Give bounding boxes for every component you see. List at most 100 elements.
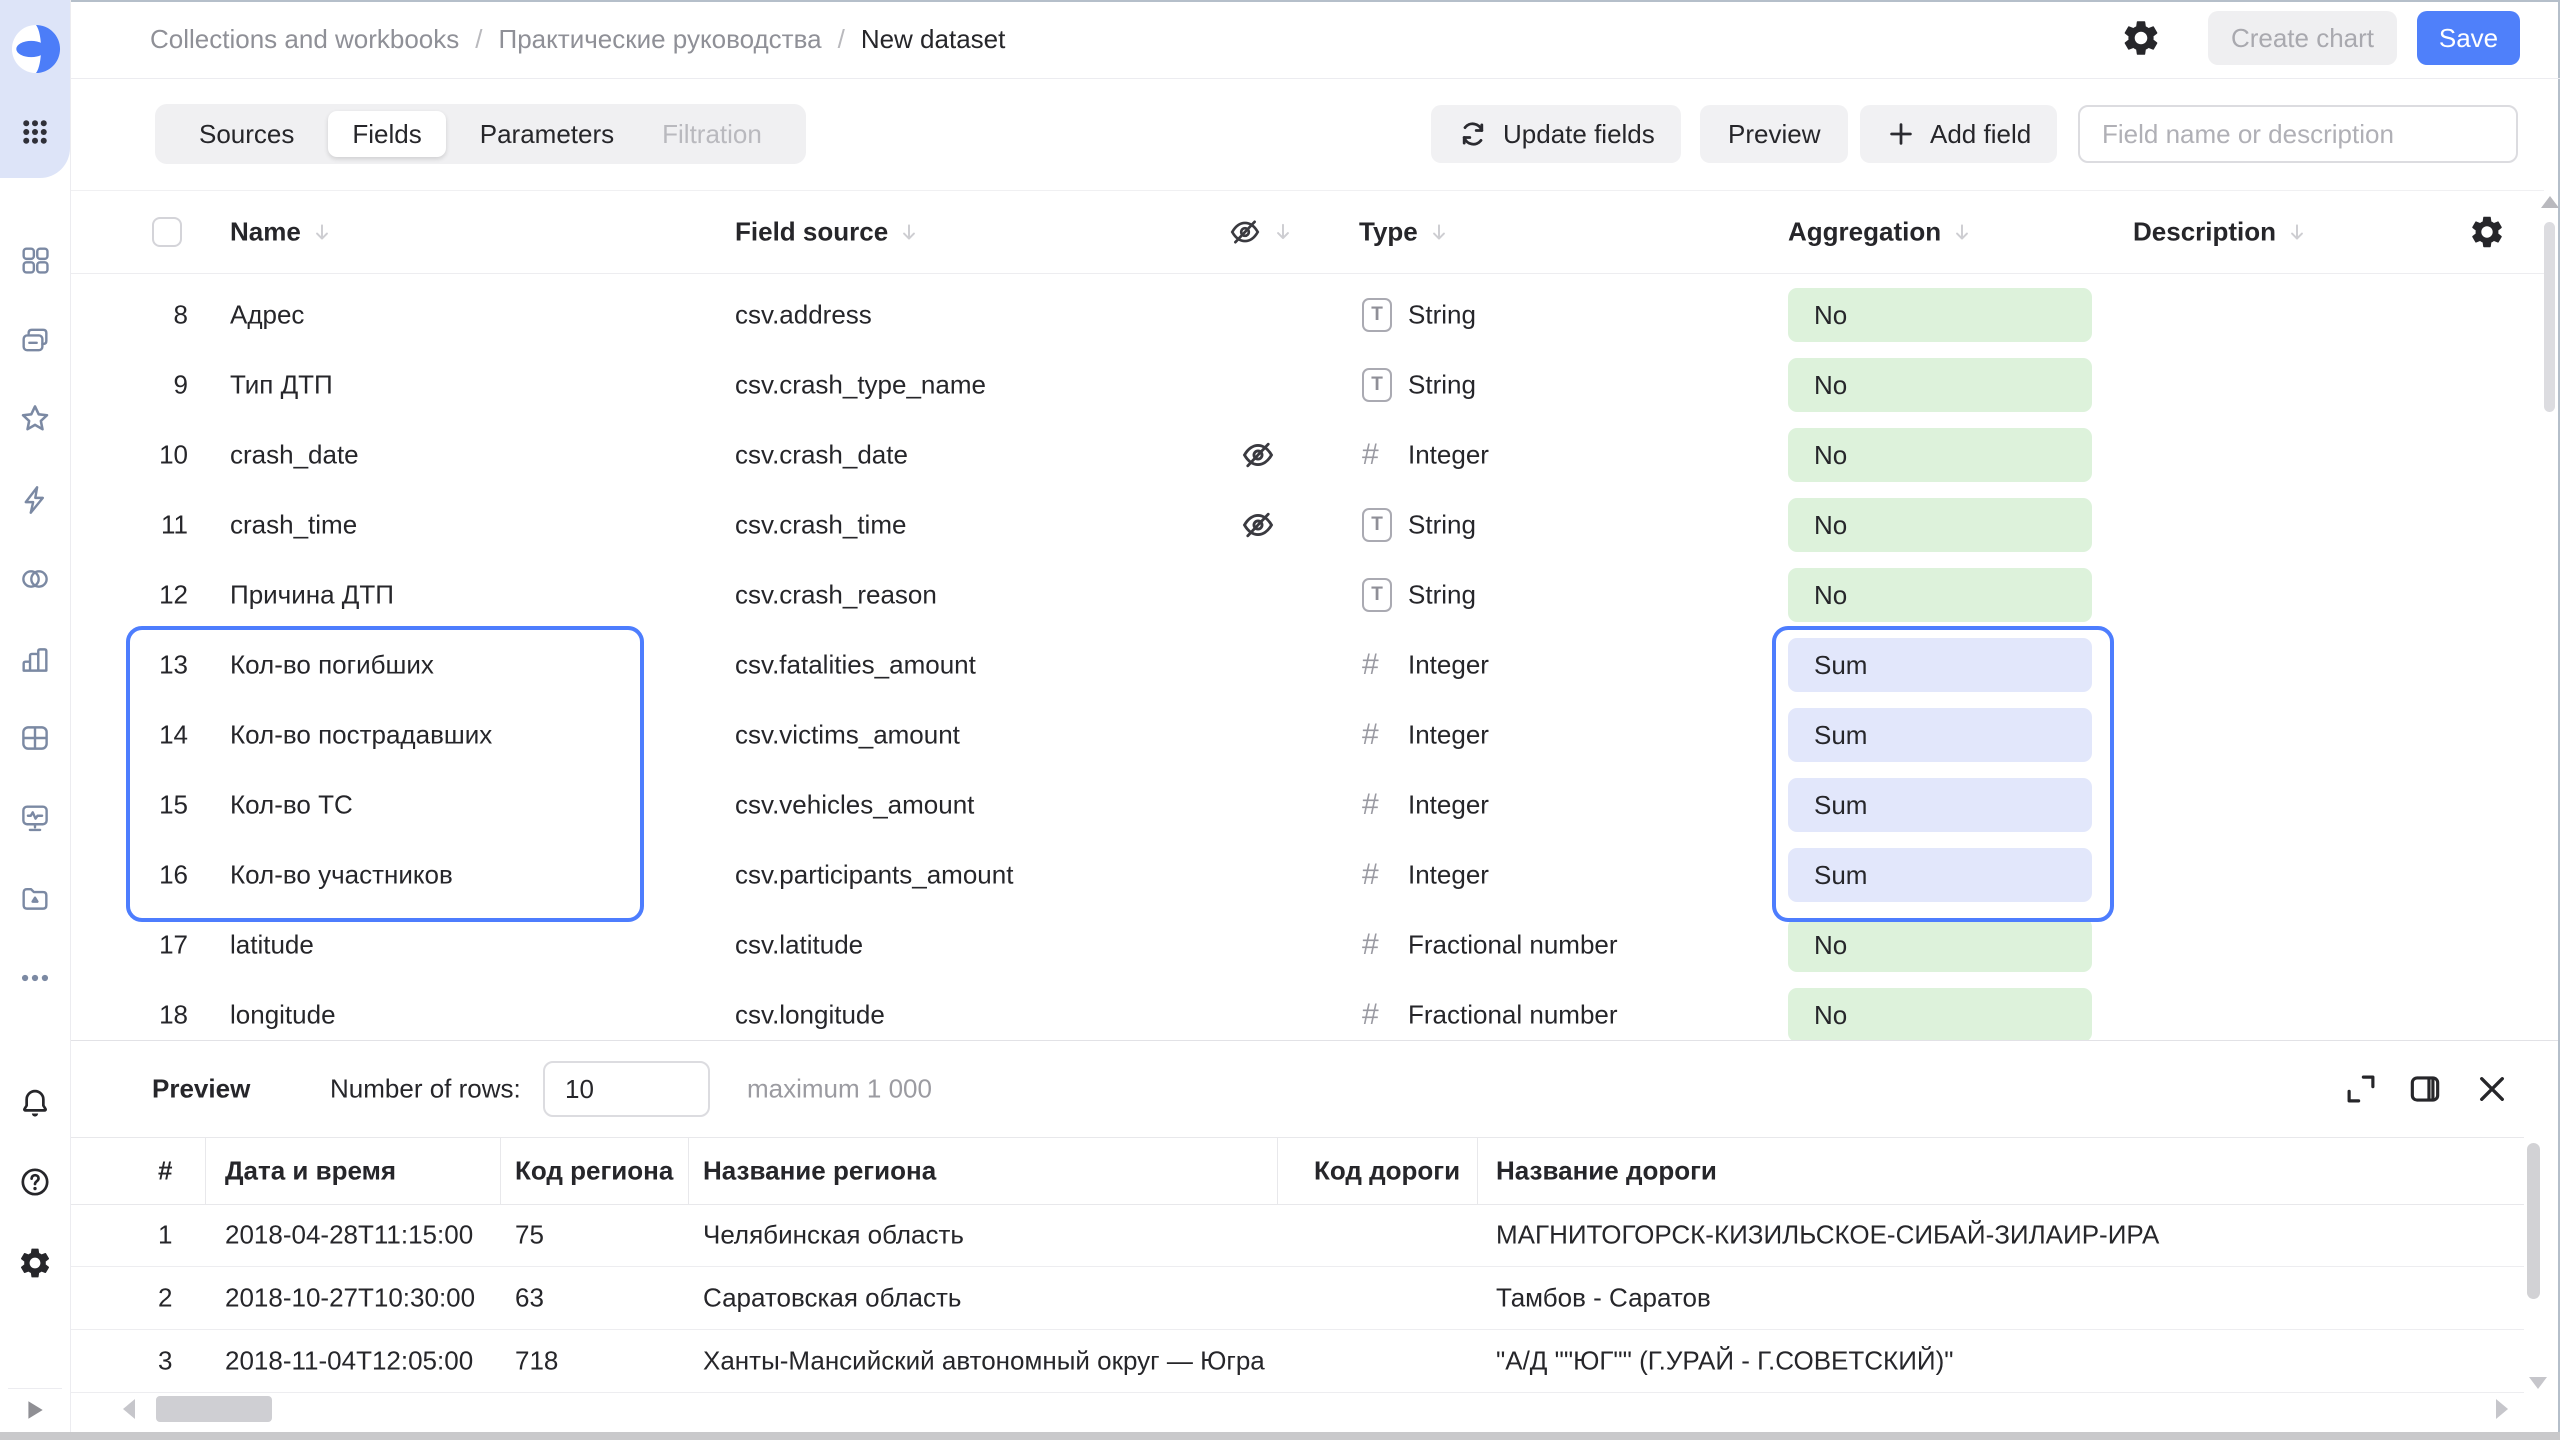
field-name: crash_date xyxy=(230,440,359,471)
field-row[interactable]: 17 latitude csv.latitude # Fractional nu… xyxy=(71,910,2544,980)
cell-index: 2 xyxy=(158,1282,172,1313)
cell-datetime: 2018-04-28T11:15:00 xyxy=(225,1219,473,1250)
field-type: String xyxy=(1408,580,1476,611)
aggregation-select[interactable]: No xyxy=(1788,498,2092,552)
field-row[interactable]: 9 Тип ДТП csv.crash_type_name T String N… xyxy=(71,350,2544,420)
number-of-rows-input[interactable] xyxy=(543,1061,710,1117)
preview-col-datetime: Дата и время xyxy=(225,1156,396,1187)
preview-row: 1 2018-04-28T11:15:00 75 Челябинская обл… xyxy=(71,1203,2524,1267)
preview-vscrollbar-thumb[interactable] xyxy=(2527,1143,2540,1299)
preview-close-icon[interactable] xyxy=(2470,1067,2514,1111)
field-type: Integer xyxy=(1408,790,1489,821)
preview-table-header: # Дата и время Код региона Название реги… xyxy=(71,1137,2524,1205)
sidebar-top-panel xyxy=(0,0,70,178)
cell-region-code: 718 xyxy=(515,1345,558,1376)
field-type: Integer xyxy=(1408,440,1489,471)
preview-dock-panel-icon[interactable] xyxy=(2403,1067,2447,1111)
apps-grid-icon[interactable] xyxy=(20,117,50,147)
nav-connections-icon[interactable] xyxy=(18,483,52,517)
string-type-icon: T xyxy=(1362,368,1392,402)
preview-row: 2 2018-10-27T10:30:00 63 Саратовская обл… xyxy=(71,1266,2524,1330)
aggregation-select[interactable]: No xyxy=(1788,988,2092,1042)
field-row-selected[interactable]: 14 Кол-во пострадавших csv.victims_amoun… xyxy=(71,700,2544,770)
aggregation-select[interactable]: Sum xyxy=(1788,708,2092,762)
field-source: csv.crash_time xyxy=(735,510,906,541)
field-row[interactable]: 11 crash_time csv.crash_time T String No xyxy=(71,490,2544,560)
field-type: Fractional number xyxy=(1408,930,1618,961)
aggregation-select[interactable]: Sum xyxy=(1788,638,2092,692)
preview-vscroll-down-arrow[interactable] xyxy=(2529,1377,2547,1389)
help-icon[interactable] xyxy=(18,1165,52,1199)
nav-datasets-icon[interactable] xyxy=(18,562,52,596)
aggregation-select[interactable]: No xyxy=(1788,428,2092,482)
field-name: latitude xyxy=(230,930,314,961)
aggregation-select[interactable]: No xyxy=(1788,568,2092,622)
cell-region-code: 63 xyxy=(515,1282,544,1313)
field-row-number: 10 xyxy=(128,440,188,471)
field-name: Адрес xyxy=(230,300,304,331)
preview-hscroll-right-arrow[interactable] xyxy=(2496,1399,2508,1419)
settings-gear-icon[interactable] xyxy=(17,1245,53,1281)
column-divider xyxy=(1277,1138,1278,1204)
sidebar-divider xyxy=(8,1388,62,1389)
preview-hscroll-left-arrow[interactable] xyxy=(123,1399,135,1419)
aggregation-select[interactable]: Sum xyxy=(1788,778,2092,832)
nav-favorites-icon[interactable] xyxy=(17,401,53,437)
field-row-selected[interactable]: 16 Кол-во участников csv.participants_am… xyxy=(71,840,2544,910)
field-row-selected[interactable]: 15 Кол-во ТС csv.vehicles_amount # Integ… xyxy=(71,770,2544,840)
preview-col-region-code: Код региона xyxy=(515,1156,673,1187)
field-type: String xyxy=(1408,300,1476,331)
notifications-bell-icon[interactable] xyxy=(18,1086,52,1120)
preview-expand-icon[interactable] xyxy=(2339,1067,2383,1111)
nav-charts-icon[interactable] xyxy=(18,643,52,677)
nav-more-icon[interactable] xyxy=(18,961,52,995)
field-source: csv.vehicles_amount xyxy=(735,790,974,821)
nav-dashboards-icon[interactable] xyxy=(18,243,52,277)
max-rows-hint: maximum 1 000 xyxy=(747,1074,932,1105)
preview-col-road-name: Название дороги xyxy=(1496,1156,1717,1187)
field-type: Integer xyxy=(1408,860,1489,891)
field-source: csv.crash_reason xyxy=(735,580,937,611)
number-type-icon: # xyxy=(1362,858,1379,892)
number-type-icon: # xyxy=(1362,718,1379,752)
field-name: Кол-во ТС xyxy=(230,790,353,821)
field-row-number: 13 xyxy=(128,650,188,681)
nav-tables-icon[interactable] xyxy=(18,721,52,755)
number-type-icon: # xyxy=(1362,438,1379,472)
number-of-rows-label: Number of rows: xyxy=(330,1074,521,1105)
aggregation-select[interactable]: No xyxy=(1788,288,2092,342)
cell-road-name: Тамбов - Саратов xyxy=(1496,1282,1711,1313)
preview-col-index: # xyxy=(158,1156,172,1187)
field-type: Integer xyxy=(1408,650,1489,681)
field-row-selected[interactable]: 13 Кол-во погибших csv.fatalities_amount… xyxy=(71,630,2544,700)
field-source: csv.address xyxy=(735,300,872,331)
preview-col-region-name: Название региона xyxy=(703,1156,936,1187)
page-hscrollbar[interactable] xyxy=(0,1432,2560,1440)
nav-collections-icon[interactable] xyxy=(18,323,52,357)
eye-crossed-icon[interactable] xyxy=(1240,437,1276,473)
aggregation-select[interactable]: Sum xyxy=(1788,848,2092,902)
field-row-number: 12 xyxy=(128,580,188,611)
field-row[interactable]: 8 Адрес csv.address T String No xyxy=(71,280,2544,350)
string-type-icon: T xyxy=(1362,578,1392,612)
aggregation-select[interactable]: No xyxy=(1788,358,2092,412)
fields-scrollbar-thumb[interactable] xyxy=(2544,222,2555,412)
eye-crossed-icon[interactable] xyxy=(1240,507,1276,543)
sidebar-expand-icon[interactable] xyxy=(24,1399,46,1421)
preview-hscrollbar-thumb[interactable] xyxy=(156,1396,272,1422)
field-row-number: 15 xyxy=(128,790,188,821)
field-name: crash_time xyxy=(230,510,357,541)
number-type-icon: # xyxy=(1362,998,1379,1032)
nav-monitoring-icon[interactable] xyxy=(18,801,52,835)
nav-files-icon[interactable] xyxy=(18,881,52,915)
field-type: Fractional number xyxy=(1408,1000,1618,1031)
field-row-number: 9 xyxy=(128,370,188,401)
datalens-logo[interactable] xyxy=(11,24,61,74)
field-row[interactable]: 12 Причина ДТП csv.crash_reason T String… xyxy=(71,560,2544,630)
fields-scroll-up-arrow[interactable] xyxy=(2541,196,2559,208)
field-name: Кол-во пострадавших xyxy=(230,720,492,751)
field-row[interactable]: 10 crash_date csv.crash_date # Integer N… xyxy=(71,420,2544,490)
field-source: csv.fatalities_amount xyxy=(735,650,976,681)
aggregation-select[interactable]: No xyxy=(1788,918,2092,972)
number-type-icon: # xyxy=(1362,648,1379,682)
